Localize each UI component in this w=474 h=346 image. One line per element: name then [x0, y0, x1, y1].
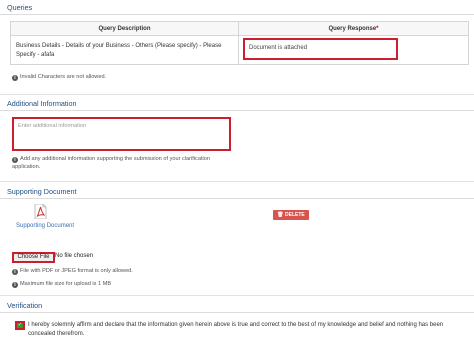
verification-statement: I hereby solemnly affirm and declare tha…	[28, 322, 444, 337]
file-format-note: i File with PDF or JPEG format is only al…	[12, 267, 133, 275]
pdf-file-icon[interactable]	[34, 204, 47, 219]
invalid-characters-note: i Invalid Characters are not allowed.	[12, 73, 106, 81]
section-divider	[0, 94, 474, 95]
section-divider	[0, 198, 474, 199]
file-format-text: File with PDF or JPEG format is only all…	[20, 268, 133, 274]
section-divider	[0, 110, 474, 111]
column-header-description: Query Description	[98, 26, 151, 32]
trash-icon: 🗑︎	[277, 212, 284, 218]
required-asterisk: *	[376, 26, 379, 32]
section-title-additional-info: Additional Information	[7, 99, 77, 108]
no-file-chosen-text: No file chosen	[55, 253, 94, 259]
invalid-characters-text: Invalid Characters are not allowed.	[20, 74, 107, 80]
section-divider	[0, 312, 474, 313]
supporting-document-link[interactable]: Supporting Document	[16, 223, 74, 229]
choose-file-button[interactable]: Choose File	[12, 252, 55, 263]
queries-table: Query Description Query Response* Busine…	[10, 21, 469, 65]
query-response-field[interactable]: Document is attached	[243, 38, 398, 60]
verification-checkbox[interactable]: ✓	[15, 321, 25, 330]
additional-info-note-text: Add any additional information supportin…	[12, 156, 210, 170]
info-icon: i	[12, 156, 18, 163]
check-icon: ✓	[17, 322, 23, 328]
section-title-queries: Queries	[7, 3, 33, 12]
section-divider	[0, 14, 474, 15]
additional-info-note: i Add any additional information supporti…	[12, 155, 222, 171]
section-divider	[0, 181, 474, 182]
column-header-response: Query Response*	[239, 26, 468, 32]
query-description-cell: Business Details - Details of your Busin…	[16, 43, 222, 58]
section-divider	[0, 295, 474, 296]
file-size-text: Maximum file size for upload is 1 MB	[20, 281, 112, 287]
section-title-verification: Verification	[7, 301, 43, 310]
info-icon: i	[12, 281, 18, 288]
additional-info-textarea[interactable]: Enter additional information	[12, 117, 231, 151]
section-title-supporting-document: Supporting Document	[7, 187, 77, 196]
delete-button-label: DELETE	[285, 212, 305, 218]
delete-button[interactable]: 🗑︎ DELETE	[273, 210, 309, 220]
info-icon: i	[12, 268, 18, 275]
column-header-response-label: Query Response	[328, 26, 377, 32]
file-size-note: i Maximum file size for upload is 1 MB	[12, 280, 111, 288]
info-icon: i	[12, 74, 18, 81]
